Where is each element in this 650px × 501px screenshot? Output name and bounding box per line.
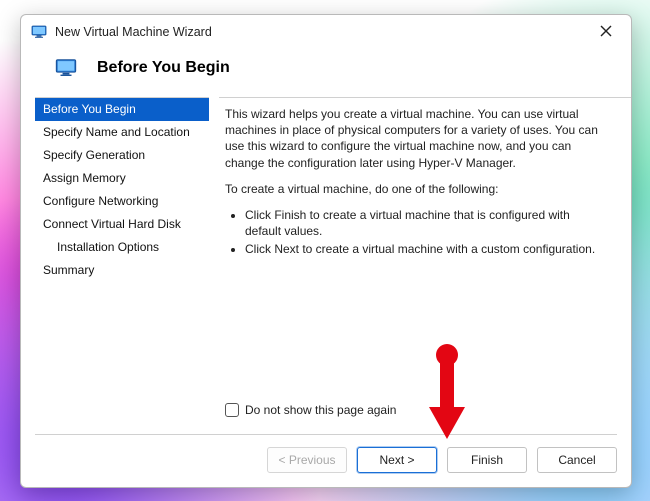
wizard-sidebar: Before You Begin Specify Name and Locati… (35, 97, 209, 434)
header-monitor-icon (55, 57, 77, 79)
checkbox-label: Do not show this page again (245, 402, 396, 418)
sidebar-item-assign-memory[interactable]: Assign Memory (35, 167, 209, 190)
wizard-header: Before You Begin (21, 47, 631, 97)
button-label: < Previous (278, 453, 335, 467)
titlebar: New Virtual Machine Wizard (21, 15, 631, 47)
sidebar-item-installation-options[interactable]: Installation Options (35, 236, 209, 259)
previous-button: < Previous (267, 447, 347, 473)
sidebar-item-specify-name-location[interactable]: Specify Name and Location (35, 121, 209, 144)
sidebar-item-label: Installation Options (57, 240, 159, 254)
sidebar-item-label: Before You Begin (43, 102, 136, 116)
checkbox-icon[interactable] (225, 403, 239, 417)
sidebar-item-label: Specify Name and Location (43, 125, 190, 139)
bullet-list: Click Finish to create a virtual machine… (239, 207, 603, 260)
wizard-content: This wizard helps you create a virtual m… (219, 97, 631, 434)
sidebar-item-label: Summary (43, 263, 94, 277)
button-label: Finish (471, 453, 503, 467)
bullet-item: Click Next to create a virtual machine w… (245, 241, 603, 257)
wizard-window: New Virtual Machine Wizard Before You Be… (20, 14, 632, 488)
close-button[interactable] (591, 25, 621, 39)
wizard-footer: < Previous Next > Finish Cancel (21, 435, 631, 487)
page-title: Before You Begin (97, 59, 230, 77)
bullet-item: Click Finish to create a virtual machine… (245, 207, 603, 239)
sidebar-item-summary[interactable]: Summary (35, 259, 209, 282)
sidebar-item-label: Specify Generation (43, 148, 145, 162)
sidebar-item-label: Configure Networking (43, 194, 158, 208)
cancel-button[interactable]: Cancel (537, 447, 617, 473)
content-spacer (225, 270, 603, 402)
wizard-body: Before You Begin Specify Name and Locati… (21, 97, 631, 434)
sidebar-item-connect-vhd[interactable]: Connect Virtual Hard Disk (35, 213, 209, 236)
sidebar-item-before-you-begin[interactable]: Before You Begin (35, 98, 209, 121)
intro-text: This wizard helps you create a virtual m… (225, 106, 603, 171)
sidebar-item-label: Assign Memory (43, 171, 126, 185)
do-not-show-again-row[interactable]: Do not show this page again (225, 402, 603, 418)
finish-button[interactable]: Finish (447, 447, 527, 473)
sidebar-item-configure-networking[interactable]: Configure Networking (35, 190, 209, 213)
close-icon (600, 25, 612, 37)
sidebar-item-label: Connect Virtual Hard Disk (43, 217, 181, 231)
lead-text: To create a virtual machine, do one of t… (225, 181, 603, 197)
app-icon (31, 24, 47, 40)
button-label: Cancel (558, 453, 595, 467)
button-label: Next > (379, 453, 414, 467)
next-button[interactable]: Next > (357, 447, 437, 473)
window-title: New Virtual Machine Wizard (55, 25, 591, 39)
sidebar-item-specify-generation[interactable]: Specify Generation (35, 144, 209, 167)
